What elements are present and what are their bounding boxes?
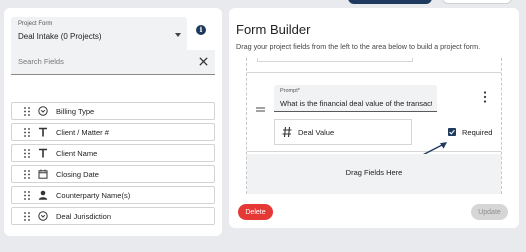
drag-handle-icon[interactable]	[24, 149, 30, 158]
project-form-label: Project Form	[18, 21, 53, 27]
page-subtitle: Drag your project fields from the left t…	[236, 42, 481, 51]
delete-button[interactable]: Delete	[238, 204, 273, 220]
calendar-icon	[38, 169, 48, 179]
search-fields-input[interactable]	[18, 57, 178, 66]
field-library-panel: Project Form Deal Intake (0 Projects) i …	[4, 8, 222, 236]
field-item-client-name[interactable]: Client Name	[11, 144, 215, 162]
update-button[interactable]: Update	[471, 204, 508, 220]
drag-handle-icon[interactable]	[24, 107, 30, 116]
hash-number-icon	[282, 126, 292, 138]
drag-handle-icon[interactable]	[24, 212, 30, 221]
prompt-label: Prompt*	[280, 88, 300, 94]
more-options-icon[interactable]	[483, 91, 487, 103]
field-item-label: Billing Type	[56, 107, 95, 116]
caret-down-icon[interactable]	[175, 33, 181, 37]
field-item-label: Client Name	[56, 149, 98, 158]
top-secondary-button[interactable]	[442, 0, 512, 4]
person-icon	[38, 190, 48, 200]
form-field-card: Prompt* What is the financial deal value…	[247, 72, 501, 166]
field-item-closing-date[interactable]: Closing Date	[11, 165, 215, 183]
field-item-label: Closing Date	[56, 170, 99, 179]
dropdown-circle-icon	[38, 211, 48, 221]
drag-handle-icon[interactable]	[24, 191, 30, 200]
previous-field-card	[257, 58, 413, 62]
prompt-input[interactable]: Prompt* What is the financial deal value…	[274, 85, 437, 112]
drag-handle-icon[interactable]	[256, 107, 265, 112]
search-fields-box	[11, 50, 215, 75]
drag-handle-icon[interactable]	[24, 128, 30, 137]
text-t-icon	[39, 148, 47, 158]
field-item-client-matter[interactable]: Client / Matter #	[11, 123, 215, 141]
field-item-billing-type[interactable]: Billing Type	[11, 102, 215, 120]
field-item-label: Counterparty Name(s)	[56, 191, 131, 200]
page-title: Form Builder	[236, 22, 311, 37]
field-name-label: Deal Value	[298, 128, 335, 137]
drop-zone-label: Drag Fields Here	[345, 168, 403, 177]
text-t-icon	[39, 127, 47, 137]
field-item-deal-jurisdiction[interactable]: Deal Jurisdiction	[11, 207, 215, 225]
close-icon[interactable]	[198, 56, 209, 67]
form-canvas: Prompt* What is the financial deal value…	[246, 58, 502, 194]
drop-zone[interactable]: Drag Fields Here	[247, 154, 501, 194]
form-builder-panel: Form Builder Drag your project fields fr…	[229, 8, 519, 228]
project-form-select[interactable]: Project Form Deal Intake (0 Projects)	[11, 17, 187, 51]
required-label: Required	[462, 128, 493, 137]
top-primary-button[interactable]	[348, 0, 432, 4]
drag-handle-icon[interactable]	[24, 170, 30, 179]
field-item-label: Client / Matter #	[56, 128, 109, 137]
info-icon[interactable]: i	[196, 25, 206, 35]
field-item-label: Deal Jurisdiction	[56, 212, 112, 221]
project-form-value: Deal Intake (0 Projects)	[18, 32, 102, 41]
dropdown-circle-icon	[38, 106, 48, 116]
prompt-value: What is the financial deal value of the …	[280, 99, 432, 108]
field-item-counterparty-names[interactable]: Counterparty Name(s)	[11, 186, 215, 204]
field-name-box: Deal Value	[274, 119, 412, 145]
